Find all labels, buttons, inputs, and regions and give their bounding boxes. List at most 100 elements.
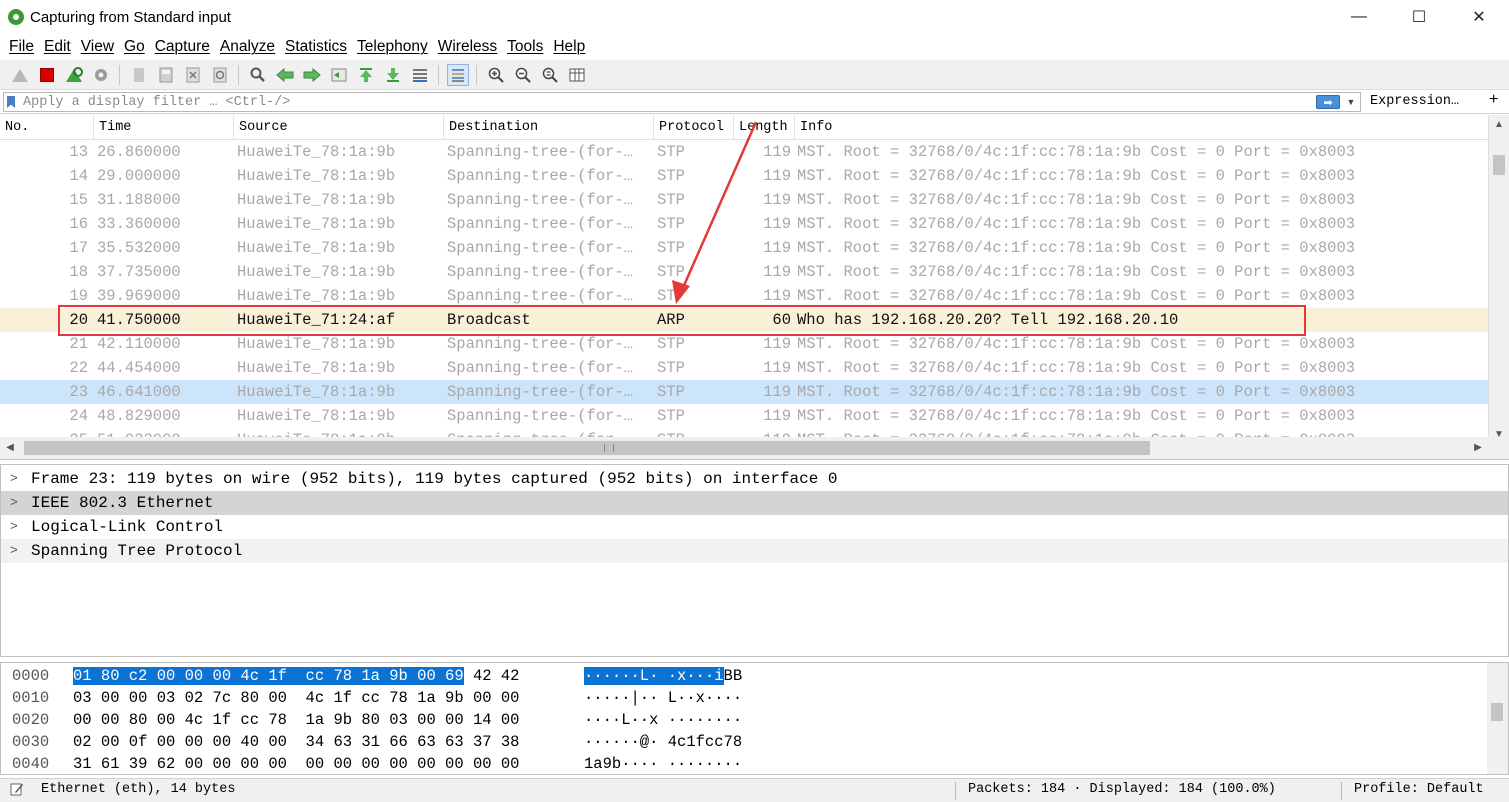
expand-chevron-icon[interactable]: > bbox=[10, 491, 18, 515]
packet-row[interactable]: 22 44.454000 HuaweiTe_78:1a:9b Spanning-tre… bbox=[0, 356, 1488, 380]
packet-list-vertical-scrollbar[interactable]: ▲ ▼ bbox=[1488, 115, 1509, 445]
bytes-row[interactable]: 0040 31 61 39 62 00 00 00 00 00 00 00 00… bbox=[1, 753, 742, 775]
colorize-icon[interactable] bbox=[446, 63, 469, 86]
bytes-row[interactable]: 0010 03 00 00 03 02 7c 80 00 4c 1f cc 78… bbox=[1, 687, 742, 709]
last-packet-icon[interactable] bbox=[382, 64, 404, 86]
go-forward-icon[interactable] bbox=[301, 64, 323, 86]
packet-source: HuaweiTe_78:1a:9b bbox=[237, 167, 396, 185]
zoom-normal-icon[interactable] bbox=[539, 64, 561, 86]
packet-row[interactable]: 18 37.735000 HuaweiTe_78:1a:9b Spanning-tre… bbox=[0, 260, 1488, 284]
detail-row-frame[interactable]: > Frame 23: 119 bytes on wire (952 bits)… bbox=[1, 467, 1508, 491]
capture-options-icon[interactable] bbox=[90, 64, 112, 86]
scroll-up-icon[interactable]: ▲ bbox=[1489, 115, 1509, 135]
zoom-in-icon[interactable] bbox=[485, 64, 507, 86]
packet-number: 23 bbox=[69, 383, 88, 401]
maximize-button[interactable]: ☐ bbox=[1389, 0, 1449, 34]
packet-source: HuaweiTe_71:24:af bbox=[237, 311, 396, 329]
column-header-source[interactable]: Source bbox=[234, 115, 444, 140]
expand-chevron-icon[interactable]: > bbox=[10, 467, 18, 491]
toolbar-separator bbox=[438, 64, 439, 85]
menu-file[interactable]: File bbox=[4, 38, 39, 56]
find-packet-icon[interactable] bbox=[247, 64, 269, 86]
open-file-icon[interactable] bbox=[128, 64, 150, 86]
menu-statistics[interactable]: Statistics bbox=[280, 38, 352, 56]
menu-tools[interactable]: Tools bbox=[502, 38, 548, 56]
packet-row[interactable]: 16 33.360000 HuaweiTe_78:1a:9b Spanning-tre… bbox=[0, 212, 1488, 236]
byte-ascii: 1a9b···· ········ bbox=[584, 755, 743, 773]
close-file-icon[interactable] bbox=[182, 64, 204, 86]
minimize-button[interactable]: — bbox=[1329, 0, 1389, 34]
stop-capture-icon[interactable] bbox=[36, 64, 58, 86]
window-controls: — ☐ ✕ bbox=[1329, 0, 1509, 34]
bytes-row[interactable]: 0020 00 00 80 00 4c 1f cc 78 1a 9b 80 03… bbox=[1, 709, 742, 731]
packet-row[interactable]: 15 31.188000 HuaweiTe_78:1a:9b Spanning-tre… bbox=[0, 188, 1488, 212]
packet-row[interactable]: 13 26.860000 HuaweiTe_78:1a:9b Spanning-tre… bbox=[0, 140, 1488, 164]
packet-source: HuaweiTe_78:1a:9b bbox=[237, 143, 396, 161]
scroll-right-icon[interactable]: ▶ bbox=[1468, 437, 1488, 459]
scrollbar-thumb[interactable] bbox=[1493, 155, 1505, 175]
column-header-destination[interactable]: Destination bbox=[444, 115, 654, 140]
go-back-icon[interactable] bbox=[274, 64, 296, 86]
bytes-row[interactable]: 0000 01 80 c2 00 00 00 4c 1f cc 78 1a 9b… bbox=[1, 665, 742, 687]
packet-destination: Spanning-tree-(for-… bbox=[447, 239, 634, 257]
scrollbar-thumb[interactable] bbox=[24, 441, 1150, 455]
apply-filter-arrow-icon[interactable]: ➡ bbox=[1316, 95, 1340, 109]
scroll-left-icon[interactable]: ◀ bbox=[0, 437, 20, 459]
packet-row[interactable]: 21 42.110000 HuaweiTe_78:1a:9b Spanning-tre… bbox=[0, 332, 1488, 356]
packet-row[interactable]: 24 48.829000 HuaweiTe_78:1a:9b Spanning-tre… bbox=[0, 404, 1488, 428]
expand-chevron-icon[interactable]: > bbox=[10, 515, 18, 539]
scrollbar-thumb[interactable] bbox=[1491, 703, 1503, 721]
detail-row-ethernet[interactable]: > IEEE 802.3 Ethernet bbox=[1, 491, 1508, 515]
filter-dropdown-icon[interactable]: ▼ bbox=[1344, 97, 1358, 107]
bytes-vertical-scrollbar[interactable] bbox=[1487, 663, 1508, 774]
auto-scroll-icon[interactable] bbox=[409, 64, 431, 86]
detail-row-stp[interactable]: > Spanning Tree Protocol bbox=[1, 539, 1508, 563]
packet-protocol: STP bbox=[657, 143, 685, 161]
menu-edit[interactable]: Edit bbox=[39, 38, 76, 56]
packet-row[interactable]: 23 46.641000 HuaweiTe_78:1a:9b Spanning-tre… bbox=[0, 380, 1488, 404]
packet-row[interactable]: 17 35.532000 HuaweiTe_78:1a:9b Spanning-tre… bbox=[0, 236, 1488, 260]
menu-telephony[interactable]: Telephony bbox=[352, 38, 433, 56]
packet-number: 22 bbox=[69, 359, 88, 377]
detail-row-llc[interactable]: > Logical-Link Control bbox=[1, 515, 1508, 539]
packet-length: 119 bbox=[763, 383, 791, 401]
menu-help[interactable]: Help bbox=[548, 38, 590, 56]
expand-chevron-icon[interactable]: > bbox=[10, 539, 18, 563]
packet-list-horizontal-scrollbar[interactable]: ◀ ▶ bbox=[0, 437, 1488, 459]
byte-offset: 0000 bbox=[12, 667, 50, 685]
filter-bookmark-icon[interactable] bbox=[7, 96, 15, 108]
packet-row[interactable]: 14 29.000000 HuaweiTe_78:1a:9b Spanning-tre… bbox=[0, 164, 1488, 188]
packet-row[interactable]: 20 41.750000 HuaweiTe_71:24:af Broadcast ARP… bbox=[0, 308, 1488, 332]
menu-view[interactable]: View bbox=[76, 38, 119, 56]
column-header-info[interactable]: Info bbox=[795, 115, 1488, 140]
close-button[interactable]: ✕ bbox=[1449, 0, 1509, 34]
packet-info: MST. Root = 32768/0/4c:1f:cc:78:1a:9b Co… bbox=[797, 287, 1356, 305]
detail-row-label: Logical-Link Control bbox=[31, 518, 224, 536]
edit-comment-icon[interactable] bbox=[10, 782, 24, 796]
add-filter-button[interactable]: + bbox=[1489, 91, 1498, 109]
menu-wireless[interactable]: Wireless bbox=[433, 38, 502, 56]
menu-analyze[interactable]: Analyze bbox=[215, 38, 280, 56]
detail-row-label: Frame 23: 119 bytes on wire (952 bits), … bbox=[31, 470, 838, 488]
menu-go[interactable]: Go bbox=[119, 38, 150, 56]
packet-number: 18 bbox=[69, 263, 88, 281]
packet-row[interactable]: 19 39.969000 HuaweiTe_78:1a:9b Spanning-tre… bbox=[0, 284, 1488, 308]
reload-file-icon[interactable] bbox=[209, 64, 231, 86]
save-file-icon[interactable] bbox=[155, 64, 177, 86]
zoom-out-icon[interactable] bbox=[512, 64, 534, 86]
restart-capture-icon[interactable] bbox=[63, 64, 85, 86]
column-header-length[interactable]: Length bbox=[734, 115, 795, 140]
start-capture-icon[interactable] bbox=[9, 64, 31, 86]
display-filter-input[interactable] bbox=[23, 93, 1316, 111]
column-header-no[interactable]: No. bbox=[0, 115, 94, 140]
go-to-packet-icon[interactable] bbox=[328, 64, 350, 86]
status-profile[interactable]: Profile: Default bbox=[1354, 779, 1484, 801]
column-header-protocol[interactable]: Protocol bbox=[654, 115, 734, 140]
menu-capture[interactable]: Capture bbox=[150, 38, 215, 56]
bytes-row[interactable]: 0030 02 00 0f 00 00 00 40 00 34 63 31 66… bbox=[1, 731, 742, 753]
expression-button[interactable]: Expression… bbox=[1370, 94, 1459, 109]
first-packet-icon[interactable] bbox=[355, 64, 377, 86]
resize-columns-icon[interactable] bbox=[566, 64, 588, 86]
column-header-time[interactable]: Time bbox=[94, 115, 234, 140]
packet-length: 119 bbox=[763, 215, 791, 233]
